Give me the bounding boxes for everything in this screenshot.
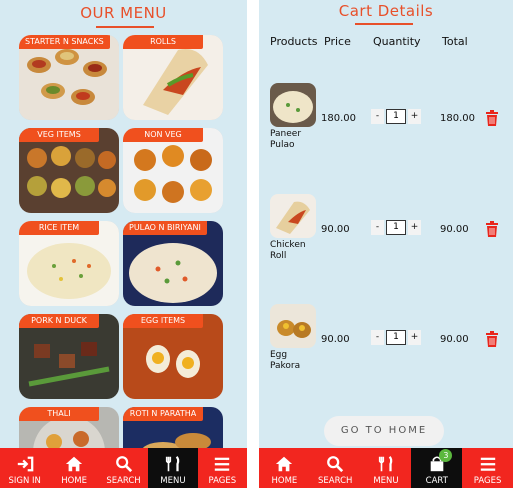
- category-tile-starter[interactable]: STARTER N SNACKS: [19, 35, 119, 120]
- tile-label: VEG ITEMS: [19, 128, 99, 142]
- tile-label: STARTER N SNACKS: [19, 35, 110, 49]
- nav-menu[interactable]: MENU: [361, 448, 412, 488]
- nav-menu[interactable]: MENU: [148, 448, 198, 488]
- trash-icon[interactable]: [485, 221, 499, 237]
- product-price: 90.00: [321, 334, 350, 345]
- product-total: 90.00: [440, 334, 469, 345]
- nav-label: MENU: [160, 476, 186, 486]
- cart-screen: Cart Details Products Price Quantity Tot…: [259, 0, 513, 488]
- product-image: [270, 304, 316, 348]
- nav-label: SEARCH: [106, 476, 141, 486]
- bottom-nav: HOME SEARCH MENU 3 CART PAGES: [259, 448, 513, 488]
- nav-label: CART: [425, 476, 448, 486]
- nav-label: SEARCH: [318, 476, 353, 486]
- home-icon: [66, 456, 83, 472]
- menu-title: OUR MENU: [80, 4, 167, 22]
- chicken-roll-image: [270, 194, 316, 238]
- nav-pages[interactable]: PAGES: [198, 448, 247, 488]
- header-products: Products: [270, 35, 318, 48]
- category-tile-nonveg[interactable]: NON VEG: [123, 128, 223, 213]
- title-underline: [96, 26, 154, 28]
- tile-label: RICE ITEM: [19, 221, 99, 235]
- bottom-nav: SIGN IN HOME SEARCH MENU PAGES: [0, 448, 247, 488]
- tile-label: ROLLS: [123, 35, 203, 49]
- trash-icon[interactable]: [485, 110, 499, 126]
- nav-home[interactable]: HOME: [259, 448, 310, 488]
- trash-icon[interactable]: [485, 331, 499, 347]
- product-price: 90.00: [321, 224, 350, 235]
- go-to-home-button[interactable]: GO TO HOME: [324, 416, 444, 446]
- product-price: 180.00: [321, 113, 356, 124]
- quantity-stepper: - 1 +: [371, 330, 421, 345]
- quantity-input[interactable]: 1: [386, 109, 406, 124]
- tile-label: EGG ITEMS: [123, 314, 203, 328]
- header-price: Price: [324, 35, 351, 48]
- home-icon: [276, 456, 293, 472]
- cart-row: Paneer Pulao 180.00 - 1 + 180.00: [259, 83, 513, 163]
- quantity-input[interactable]: 1: [386, 330, 406, 345]
- header-quantity: Quantity: [373, 35, 421, 48]
- cart-row: Egg Pakora 90.00 - 1 + 90.00: [259, 304, 513, 384]
- sign-in-icon: [17, 456, 34, 472]
- category-tile-rice[interactable]: RICE ITEM: [19, 221, 119, 306]
- category-tile-pulao[interactable]: PULAO N BIRIYANI: [123, 221, 223, 306]
- increase-button[interactable]: +: [408, 330, 421, 345]
- search-icon: [327, 456, 344, 473]
- category-tile-pork[interactable]: PORK N DUCK: [19, 314, 119, 399]
- product-image: [270, 194, 316, 238]
- increase-button[interactable]: +: [408, 109, 421, 124]
- cart-row: Chicken Roll 90.00 - 1 + 90.00: [259, 194, 513, 274]
- nav-search[interactable]: SEARCH: [99, 448, 148, 488]
- menu-icon: [165, 456, 180, 472]
- decrease-button[interactable]: -: [371, 109, 384, 124]
- cart-title: Cart Details: [338, 2, 434, 20]
- menu-icon: [378, 456, 393, 472]
- menu-screen: OUR MENU STARTER N SNACKS ROLLS VEG ITEM…: [0, 0, 247, 488]
- nav-label: PAGES: [473, 476, 502, 486]
- product-total: 90.00: [440, 224, 469, 235]
- product-name: Chicken Roll: [270, 240, 306, 261]
- tile-label: ROTI N PARATHA: [123, 407, 203, 421]
- product-image: [270, 83, 316, 127]
- product-total: 180.00: [440, 113, 475, 124]
- product-name: Paneer Pulao: [270, 129, 302, 150]
- pages-icon: [215, 457, 230, 471]
- nav-cart[interactable]: 3 CART: [411, 448, 463, 488]
- product-name: Egg Pakora: [270, 350, 301, 371]
- nav-label: HOME: [61, 476, 87, 486]
- nav-search[interactable]: SEARCH: [310, 448, 361, 488]
- nav-pages[interactable]: PAGES: [462, 448, 513, 488]
- nav-sign-in[interactable]: SIGN IN: [0, 448, 49, 488]
- pages-icon: [480, 457, 495, 471]
- tile-label: NON VEG: [123, 128, 203, 142]
- nav-home[interactable]: HOME: [49, 448, 98, 488]
- search-icon: [115, 456, 132, 473]
- paneer-pulao-image: [270, 83, 316, 127]
- category-tile-rolls[interactable]: ROLLS: [123, 35, 223, 120]
- tile-label: THALI: [19, 407, 99, 421]
- tile-label: PORK N DUCK: [19, 314, 99, 328]
- quantity-input[interactable]: 1: [386, 220, 406, 235]
- quantity-stepper: - 1 +: [371, 220, 421, 235]
- cart-count-badge: 3: [439, 449, 453, 462]
- increase-button[interactable]: +: [408, 220, 421, 235]
- nav-label: MENU: [373, 476, 399, 486]
- egg-pakora-image: [270, 304, 316, 348]
- header-total: Total: [442, 35, 468, 48]
- nav-label: PAGES: [208, 476, 237, 486]
- tile-label: PULAO N BIRIYANI: [123, 221, 207, 235]
- category-tile-egg[interactable]: EGG ITEMS: [123, 314, 223, 399]
- decrease-button[interactable]: -: [371, 220, 384, 235]
- title-underline: [355, 23, 413, 25]
- nav-label: HOME: [271, 476, 298, 486]
- quantity-stepper: - 1 +: [371, 109, 421, 124]
- decrease-button[interactable]: -: [371, 330, 384, 345]
- category-tile-veg[interactable]: VEG ITEMS: [19, 128, 119, 213]
- nav-label: SIGN IN: [8, 476, 41, 486]
